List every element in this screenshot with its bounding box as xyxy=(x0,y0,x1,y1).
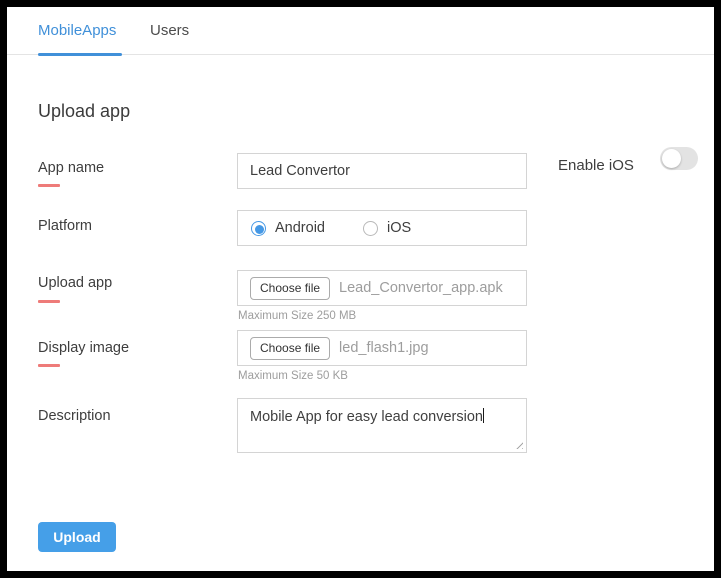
app-name-label: App name xyxy=(38,160,105,176)
text-caret xyxy=(482,408,484,423)
radio-ios-circle xyxy=(362,220,378,236)
display-image-filename: led_flash1.jpg xyxy=(339,340,429,356)
upload-app-label: Upload app xyxy=(38,275,113,291)
display-image-file-field: Choose file led_flash1.jpg xyxy=(237,330,527,366)
tab-users[interactable]: Users xyxy=(150,7,189,55)
upload-app-size-hint: Maximum Size 250 MB xyxy=(238,310,357,322)
resize-handle-icon[interactable] xyxy=(514,440,523,449)
app-name-input[interactable] xyxy=(237,153,527,189)
display-image-size-hint: Maximum Size 50 KB xyxy=(238,370,348,382)
tab-bar: MobileApps Users xyxy=(7,7,714,56)
upload-app-page: MobileApps Users Upload app App name Ena… xyxy=(7,7,714,571)
page-title: Upload app xyxy=(38,101,131,121)
upload-app-filename: Lead_Convertor_app.apk xyxy=(339,280,503,296)
radio-android-label: Android xyxy=(275,220,325,236)
active-tab-underline xyxy=(38,53,122,56)
upload-button[interactable]: Upload xyxy=(38,522,116,552)
toggle-knob xyxy=(662,149,681,168)
radio-android-circle xyxy=(251,220,266,236)
radio-ios[interactable]: iOS xyxy=(362,220,412,236)
radio-android[interactable]: Android xyxy=(251,220,325,236)
display-image-choose-file-button[interactable]: Choose file xyxy=(250,336,331,360)
platform-radio-group: Android iOS xyxy=(237,210,527,246)
description-textarea[interactable]: Mobile App for easy lead conversion xyxy=(237,398,527,453)
upload-app-file-field: Choose file Lead_Convertor_app.apk xyxy=(237,270,527,306)
upload-app-required-marker xyxy=(38,300,60,303)
description-label: Description xyxy=(38,408,111,424)
display-image-label: Display image xyxy=(38,340,130,356)
app-name-required-marker xyxy=(38,184,60,187)
enable-ios-toggle[interactable] xyxy=(660,147,698,170)
radio-ios-label: iOS xyxy=(386,220,412,236)
tab-mobileapps[interactable]: MobileApps xyxy=(38,7,116,55)
display-image-required-marker xyxy=(38,364,60,367)
description-text: Mobile App for easy lead conversion xyxy=(250,409,483,425)
enable-ios-label: Enable iOS xyxy=(558,157,634,174)
platform-label: Platform xyxy=(38,218,92,234)
upload-app-choose-file-button[interactable]: Choose file xyxy=(250,276,331,300)
